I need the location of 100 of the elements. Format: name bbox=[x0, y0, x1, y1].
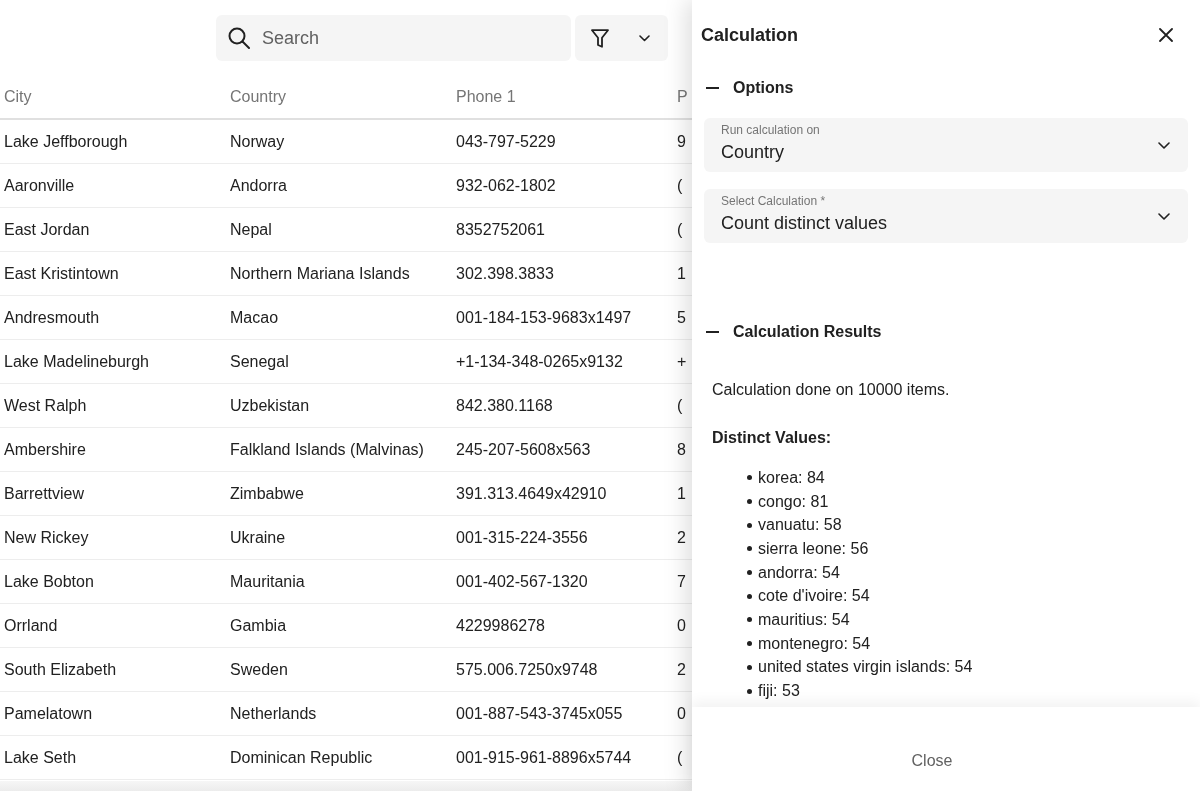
caret-icon bbox=[639, 34, 650, 42]
dropdown-field[interactable]: Select Calculation * Count distinct values bbox=[704, 189, 1188, 243]
table-cell-text: 9 bbox=[676, 132, 686, 151]
list-item-text: congo: 81 bbox=[758, 492, 829, 511]
table-cell-text: Mauritania bbox=[229, 572, 305, 591]
bullet-icon bbox=[747, 617, 752, 623]
filter-button[interactable] bbox=[575, 15, 668, 61]
table-cell-text: Northern Mariana Islands bbox=[229, 264, 410, 283]
table-cell-text: Ambershire bbox=[3, 440, 86, 459]
bullet-icon bbox=[747, 688, 752, 694]
table-cell-text: Pamelatown bbox=[3, 704, 93, 723]
table-cell-text: Orrland bbox=[3, 616, 58, 635]
horizontal-scrollbar[interactable] bbox=[0, 781, 692, 791]
column-header[interactable]: City bbox=[0, 87, 32, 106]
table-cell-text: 001-915-961-8896x5744 bbox=[455, 748, 632, 767]
list-item-text: korea: 84 bbox=[758, 468, 825, 487]
table-cell-text: Sweden bbox=[229, 660, 288, 679]
list-item-text: vanuatu: 58 bbox=[758, 516, 842, 535]
table-cell-text: 001-887-543-3745x055 bbox=[455, 704, 623, 723]
table-cell-text: ( bbox=[676, 396, 683, 415]
table-cell-text: 1 bbox=[676, 484, 686, 503]
table-cell-text: Lake Madelineburgh bbox=[3, 352, 149, 371]
table-cell-text: Uzbekistan bbox=[229, 396, 310, 415]
table-cell-text: 001-402-567-1320 bbox=[455, 572, 588, 591]
table-cell-text: 001-315-224-3556 bbox=[455, 528, 588, 547]
table-cell-text: Lake Seth bbox=[3, 748, 77, 767]
table-cell-text: ( bbox=[676, 176, 683, 195]
drawer-title: Calculation bbox=[701, 24, 798, 46]
list-item-text: sierra leone: 56 bbox=[758, 539, 869, 558]
table-cell-text: ( bbox=[676, 220, 683, 239]
table-cell-text: + bbox=[676, 352, 687, 371]
table-cell-text: Ukraine bbox=[229, 528, 286, 547]
table-cell-text: Norway bbox=[229, 132, 285, 151]
search-icon bbox=[228, 27, 250, 49]
table-cell-text: 2 bbox=[676, 660, 686, 679]
table-cell-text: 391.313.4649x42910 bbox=[455, 484, 607, 503]
close-button[interactable]: Close bbox=[887, 742, 977, 780]
table-cell-text: 575.006.7250x9748 bbox=[455, 660, 598, 679]
close-icon bbox=[1159, 28, 1173, 42]
chevron-down-icon bbox=[1158, 141, 1170, 149]
chevron-down-icon bbox=[1158, 212, 1170, 220]
list-item-text: montenegro: 54 bbox=[758, 634, 871, 653]
section-header[interactable]: Options bbox=[692, 70, 794, 106]
table-cell-text: Gambia bbox=[229, 616, 287, 635]
table-cell-text: New Rickey bbox=[3, 528, 89, 547]
table-cell-text: Barrettview bbox=[3, 484, 85, 503]
table-cell-text: Andorra bbox=[229, 176, 287, 195]
dropdown-field[interactable]: Run calculation on Country bbox=[704, 118, 1188, 172]
table-cell-text: ( bbox=[676, 748, 683, 767]
section-header[interactable]: Calculation Results bbox=[692, 314, 882, 350]
table-cell-text: 0 bbox=[676, 704, 686, 723]
bullet-icon bbox=[747, 664, 752, 670]
column-header[interactable]: Phone 1 bbox=[452, 87, 516, 106]
table-cell-text: 2 bbox=[676, 528, 686, 547]
bullet-icon bbox=[747, 499, 752, 505]
table-cell-text: 245-207-5608x563 bbox=[455, 440, 591, 459]
summary-text: Calculation done on 10000 items. bbox=[712, 380, 950, 400]
list-item-text: united states virgin islands: 54 bbox=[758, 658, 973, 677]
list-item-text: fiji: 53 bbox=[758, 682, 800, 701]
table-cell-text: 8 bbox=[676, 440, 686, 459]
table-cell-text: South Elizabeth bbox=[3, 660, 117, 679]
table-cell-text: 043-797-5229 bbox=[455, 132, 556, 151]
table-cell-text: 7 bbox=[676, 572, 686, 591]
list-item-text: mauritius: 54 bbox=[758, 610, 850, 629]
table-cell-text: 1 bbox=[676, 264, 686, 283]
table-cell-text: Lake Bobton bbox=[3, 572, 94, 591]
table-cell-text: 5 bbox=[676, 308, 686, 327]
bullet-icon bbox=[747, 641, 752, 647]
funnel-icon bbox=[591, 28, 609, 48]
table-cell-text: 932-062-1802 bbox=[455, 176, 556, 195]
table-cell-text: Nepal bbox=[229, 220, 272, 239]
table-cell-text: Dominican Republic bbox=[229, 748, 373, 767]
table-cell-text: Senegal bbox=[229, 352, 289, 371]
table-cell-text: West Ralph bbox=[3, 396, 87, 415]
table-cell-text: 001-184-153-9683x1497 bbox=[455, 308, 632, 327]
table-cell-text: Andresmouth bbox=[3, 308, 100, 327]
table-cell-text: East Kristintown bbox=[3, 264, 119, 283]
bullet-icon bbox=[747, 522, 752, 528]
column-header[interactable]: Country bbox=[226, 87, 287, 106]
bullet-icon bbox=[747, 475, 752, 481]
table-cell-text: Netherlands bbox=[229, 704, 317, 723]
table-cell-text: 842.380.1168 bbox=[455, 396, 553, 415]
table-cell-text: East Jordan bbox=[3, 220, 90, 239]
bullet-icon bbox=[747, 593, 752, 599]
table-cell-text: 8352752061 bbox=[455, 220, 545, 239]
table-cell-text: Lake Jeffborough bbox=[3, 132, 128, 151]
table-cell-text: 302.398.3833 bbox=[455, 264, 554, 283]
list-item-text: cote d'ivoire: 54 bbox=[758, 587, 870, 606]
column-header[interactable]: P bbox=[673, 87, 688, 106]
bullet-icon bbox=[747, 570, 752, 576]
table-cell-text: Aaronville bbox=[3, 176, 75, 195]
list-item-text: andorra: 54 bbox=[758, 563, 840, 582]
table-cell-text: Zimbabwe bbox=[229, 484, 304, 503]
table-cell-text: Falkland Islands (Malvinas) bbox=[229, 440, 424, 459]
table-cell-text: 4229986278 bbox=[455, 616, 545, 635]
table-cell-text: 0 bbox=[676, 616, 686, 635]
search-field[interactable]: Search bbox=[216, 15, 571, 61]
bullet-icon bbox=[747, 546, 752, 552]
table-cell-text: +1-134-348-0265x9132 bbox=[455, 352, 623, 371]
list-heading: Distinct Values: bbox=[712, 428, 832, 448]
